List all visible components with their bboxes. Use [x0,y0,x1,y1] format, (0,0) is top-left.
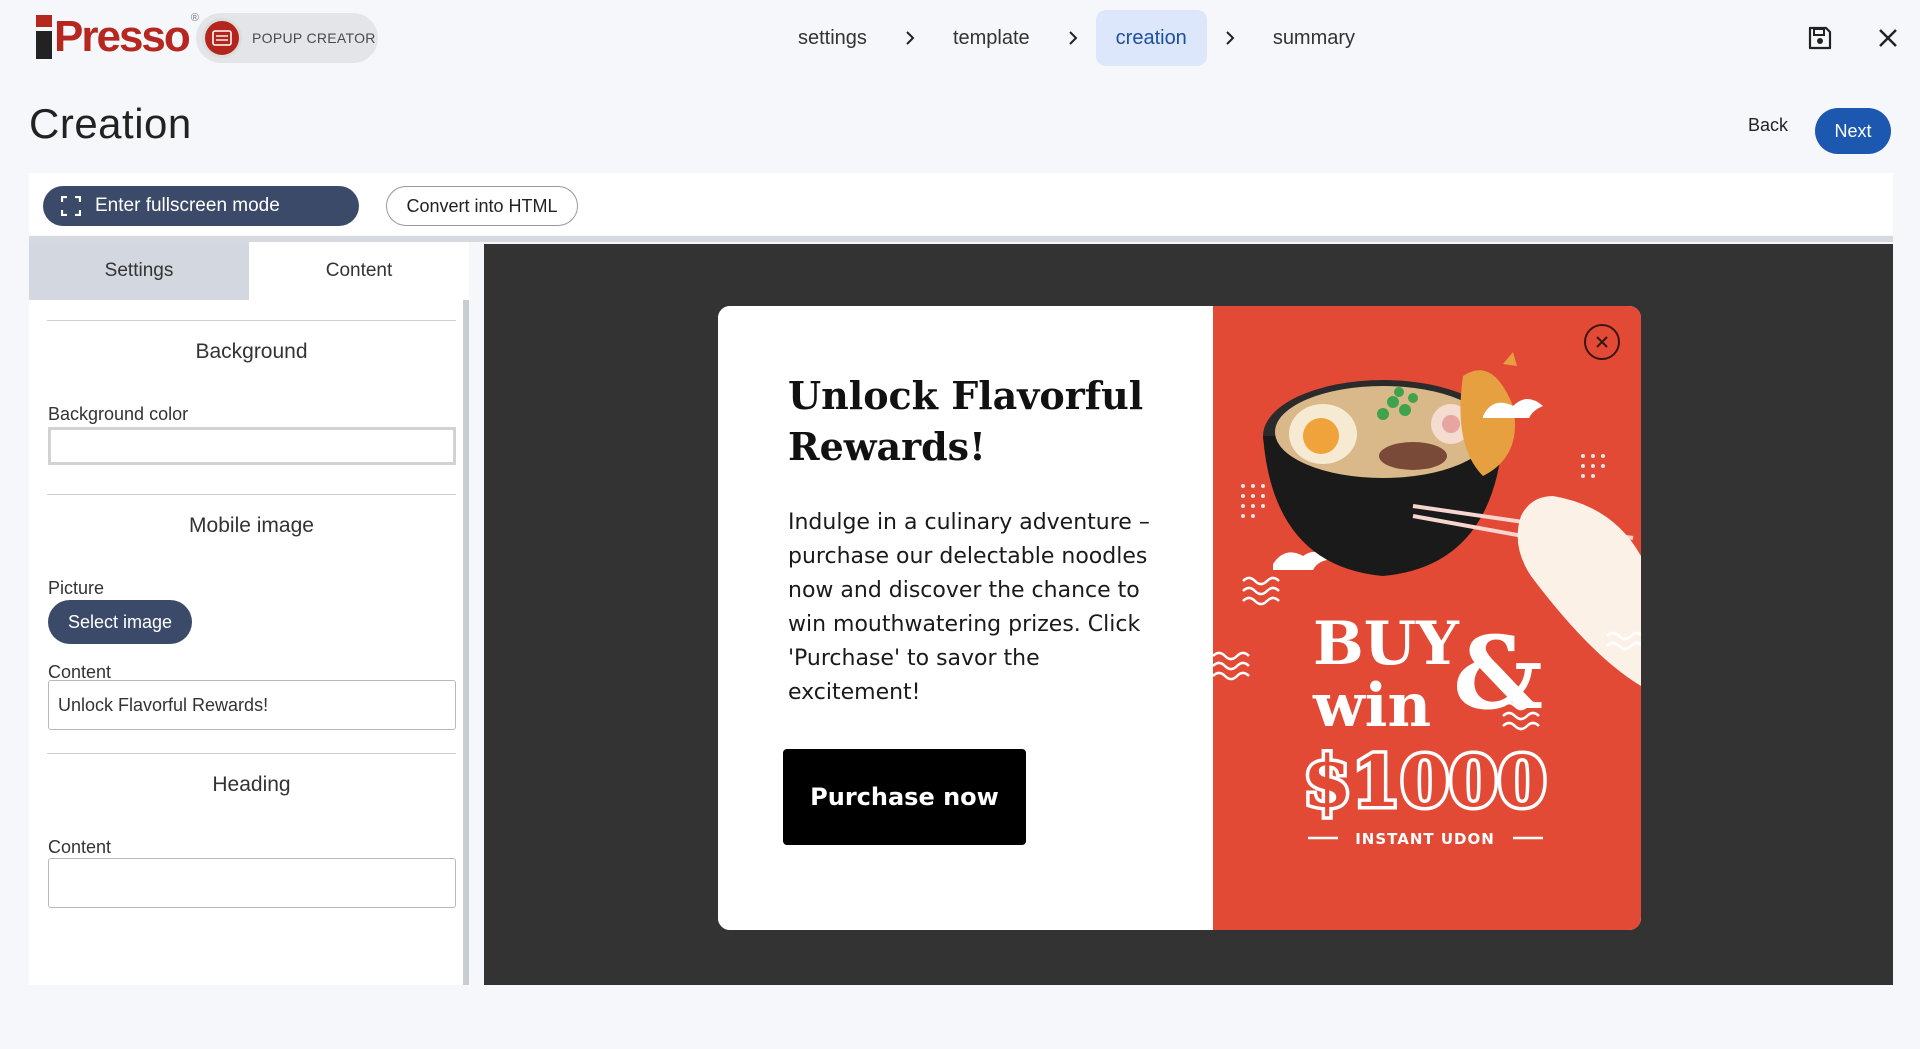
step-template[interactable]: template [933,10,1050,66]
logo-registered: ® [190,12,199,24]
promo-buy: BUY [1313,609,1460,679]
ramen-promo-illustration: BUY & win $1000 INSTANT UDON [1213,352,1641,848]
ipresso-logo[interactable]: iPresso Presso ® [34,12,199,62]
wizard-steps: settings template creation summary [778,10,1375,66]
logo-wordmark-visible: Presso [54,12,191,61]
close-icon[interactable] [1874,24,1902,52]
app-name: POPUP CREATOR [252,30,376,46]
promo-amp: & [1453,614,1543,732]
ipresso-i-mark [36,15,52,59]
popup-body-text[interactable]: Indulge in a culinary adventure – purcha… [788,506,1168,710]
promo-win: win [1312,671,1431,741]
section-divider [47,494,456,495]
chevron-right-icon [887,30,933,46]
fullscreen-button[interactable]: Enter fullscreen mode [43,186,359,226]
back-button[interactable]: Back [1748,115,1788,136]
popup-heading[interactable]: Unlock Flavorful Rewards! [788,370,1188,472]
popup-close-icon[interactable] [1584,324,1620,360]
promo-brand: INSTANT UDON [1355,830,1495,848]
panel-scrollbar[interactable] [463,300,469,985]
step-settings[interactable]: settings [778,10,887,66]
section-divider [47,753,456,754]
editor-toolbar: Enter fullscreen mode Convert into HTML [29,173,1893,235]
app-switcher[interactable]: POPUP CREATOR [196,13,378,63]
section-title-heading: Heading [212,773,291,796]
background-color-field[interactable] [48,427,456,465]
step-creation[interactable]: creation [1095,10,1207,66]
tab-content[interactable]: Content [249,242,469,300]
preview-canvas: Unlock Flavorful Rewards! Indulge in a c… [484,244,1893,985]
properties-panel: Settings Content Background Background c… [29,242,469,985]
section-divider [47,320,456,321]
mobile-content-input[interactable]: Unlock Flavorful Rewards! [48,680,456,730]
picture-label: Picture [48,578,105,598]
chevron-right-icon [1050,30,1096,46]
popup-text-area: Unlock Flavorful Rewards! Indulge in a c… [718,306,1213,930]
section-title-background: Background [195,340,308,363]
convert-html-button[interactable]: Convert into HTML [386,186,578,226]
step-summary[interactable]: summary [1253,10,1375,66]
heading-content-input[interactable] [48,858,456,908]
panel-content: Background Background color Mobile image… [29,300,469,985]
heading-content-label: Content [48,837,112,857]
promo-amount: $1000 [1303,740,1547,823]
fullscreen-icon [61,196,81,216]
save-icon[interactable] [1806,24,1834,52]
popup-preview[interactable]: Unlock Flavorful Rewards! Indulge in a c… [718,306,1641,930]
popup-creator-icon [202,18,242,58]
tab-settings[interactable]: Settings [29,242,249,300]
fullscreen-label: Enter fullscreen mode [95,195,280,216]
next-button[interactable]: Next [1815,108,1891,154]
popup-promo-image: BUY & win $1000 INSTANT UDON [1213,306,1641,930]
background-color-label: Background color [48,404,189,424]
page-title: Creation [29,100,192,147]
section-title-mobile-image: Mobile image [189,514,314,537]
chevron-right-icon [1207,30,1253,46]
select-image-button[interactable]: Select image [48,600,192,644]
purchase-now-button[interactable]: Purchase now [783,749,1026,845]
panel-tabs: Settings Content [29,242,469,300]
